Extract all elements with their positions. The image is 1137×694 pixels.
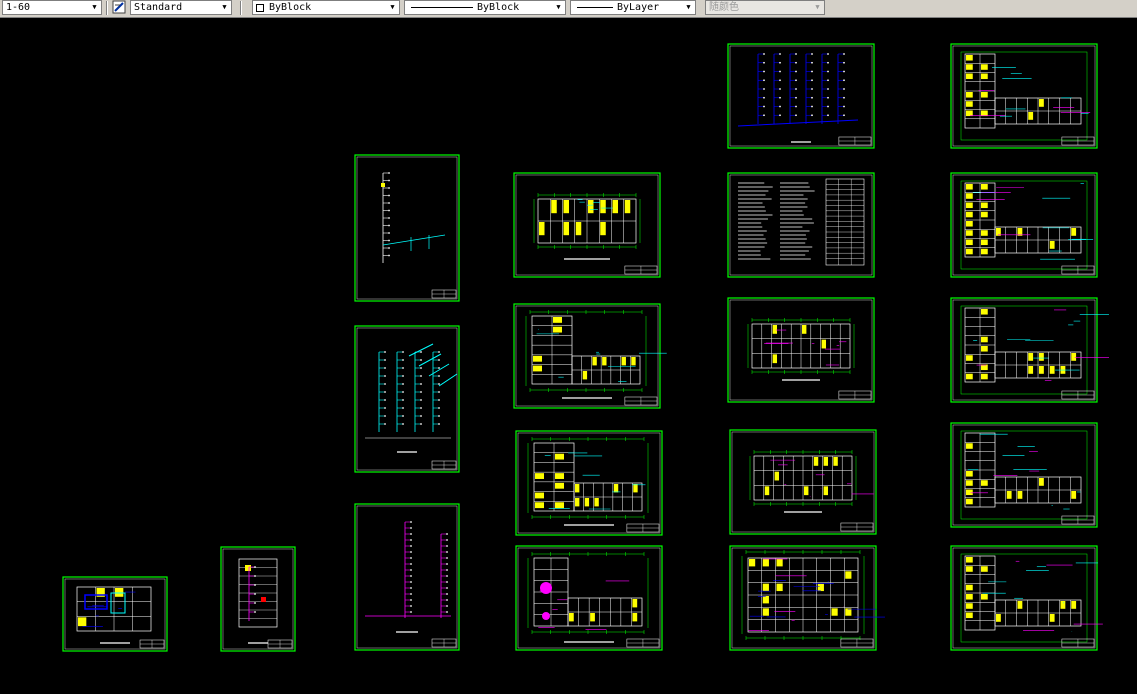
sheet-floor-plan-7[interactable] (729, 545, 885, 651)
sheet-design-notes[interactable] (727, 172, 875, 278)
sheet-floor-plan-1[interactable] (513, 172, 661, 278)
drawing-sheets (62, 43, 1110, 652)
sheet-floor-plan-2[interactable] (513, 303, 667, 409)
sheet-floor-plan-10[interactable] (950, 297, 1110, 403)
sheet-floor-plan-6[interactable] (729, 429, 877, 535)
sheet-site-plan[interactable] (62, 576, 168, 652)
sheet-floor-plan-8[interactable] (950, 43, 1098, 149)
sheet-narrow-plan[interactable] (220, 546, 296, 652)
sheet-riser-3[interactable] (354, 503, 460, 651)
sheet-riser-2[interactable] (354, 325, 460, 473)
sheet-floor-plan-11[interactable] (950, 422, 1098, 528)
sheet-system-diagram[interactable] (727, 43, 875, 149)
sheet-floor-plan-12[interactable] (950, 545, 1103, 651)
sheet-riser-1[interactable] (354, 154, 460, 302)
sheet-floor-plan-9[interactable] (950, 172, 1098, 278)
sheet-floor-plan-5[interactable] (727, 297, 875, 403)
sheet-floor-plan-3[interactable] (515, 430, 663, 536)
sheet-floor-plan-4[interactable] (515, 545, 663, 651)
